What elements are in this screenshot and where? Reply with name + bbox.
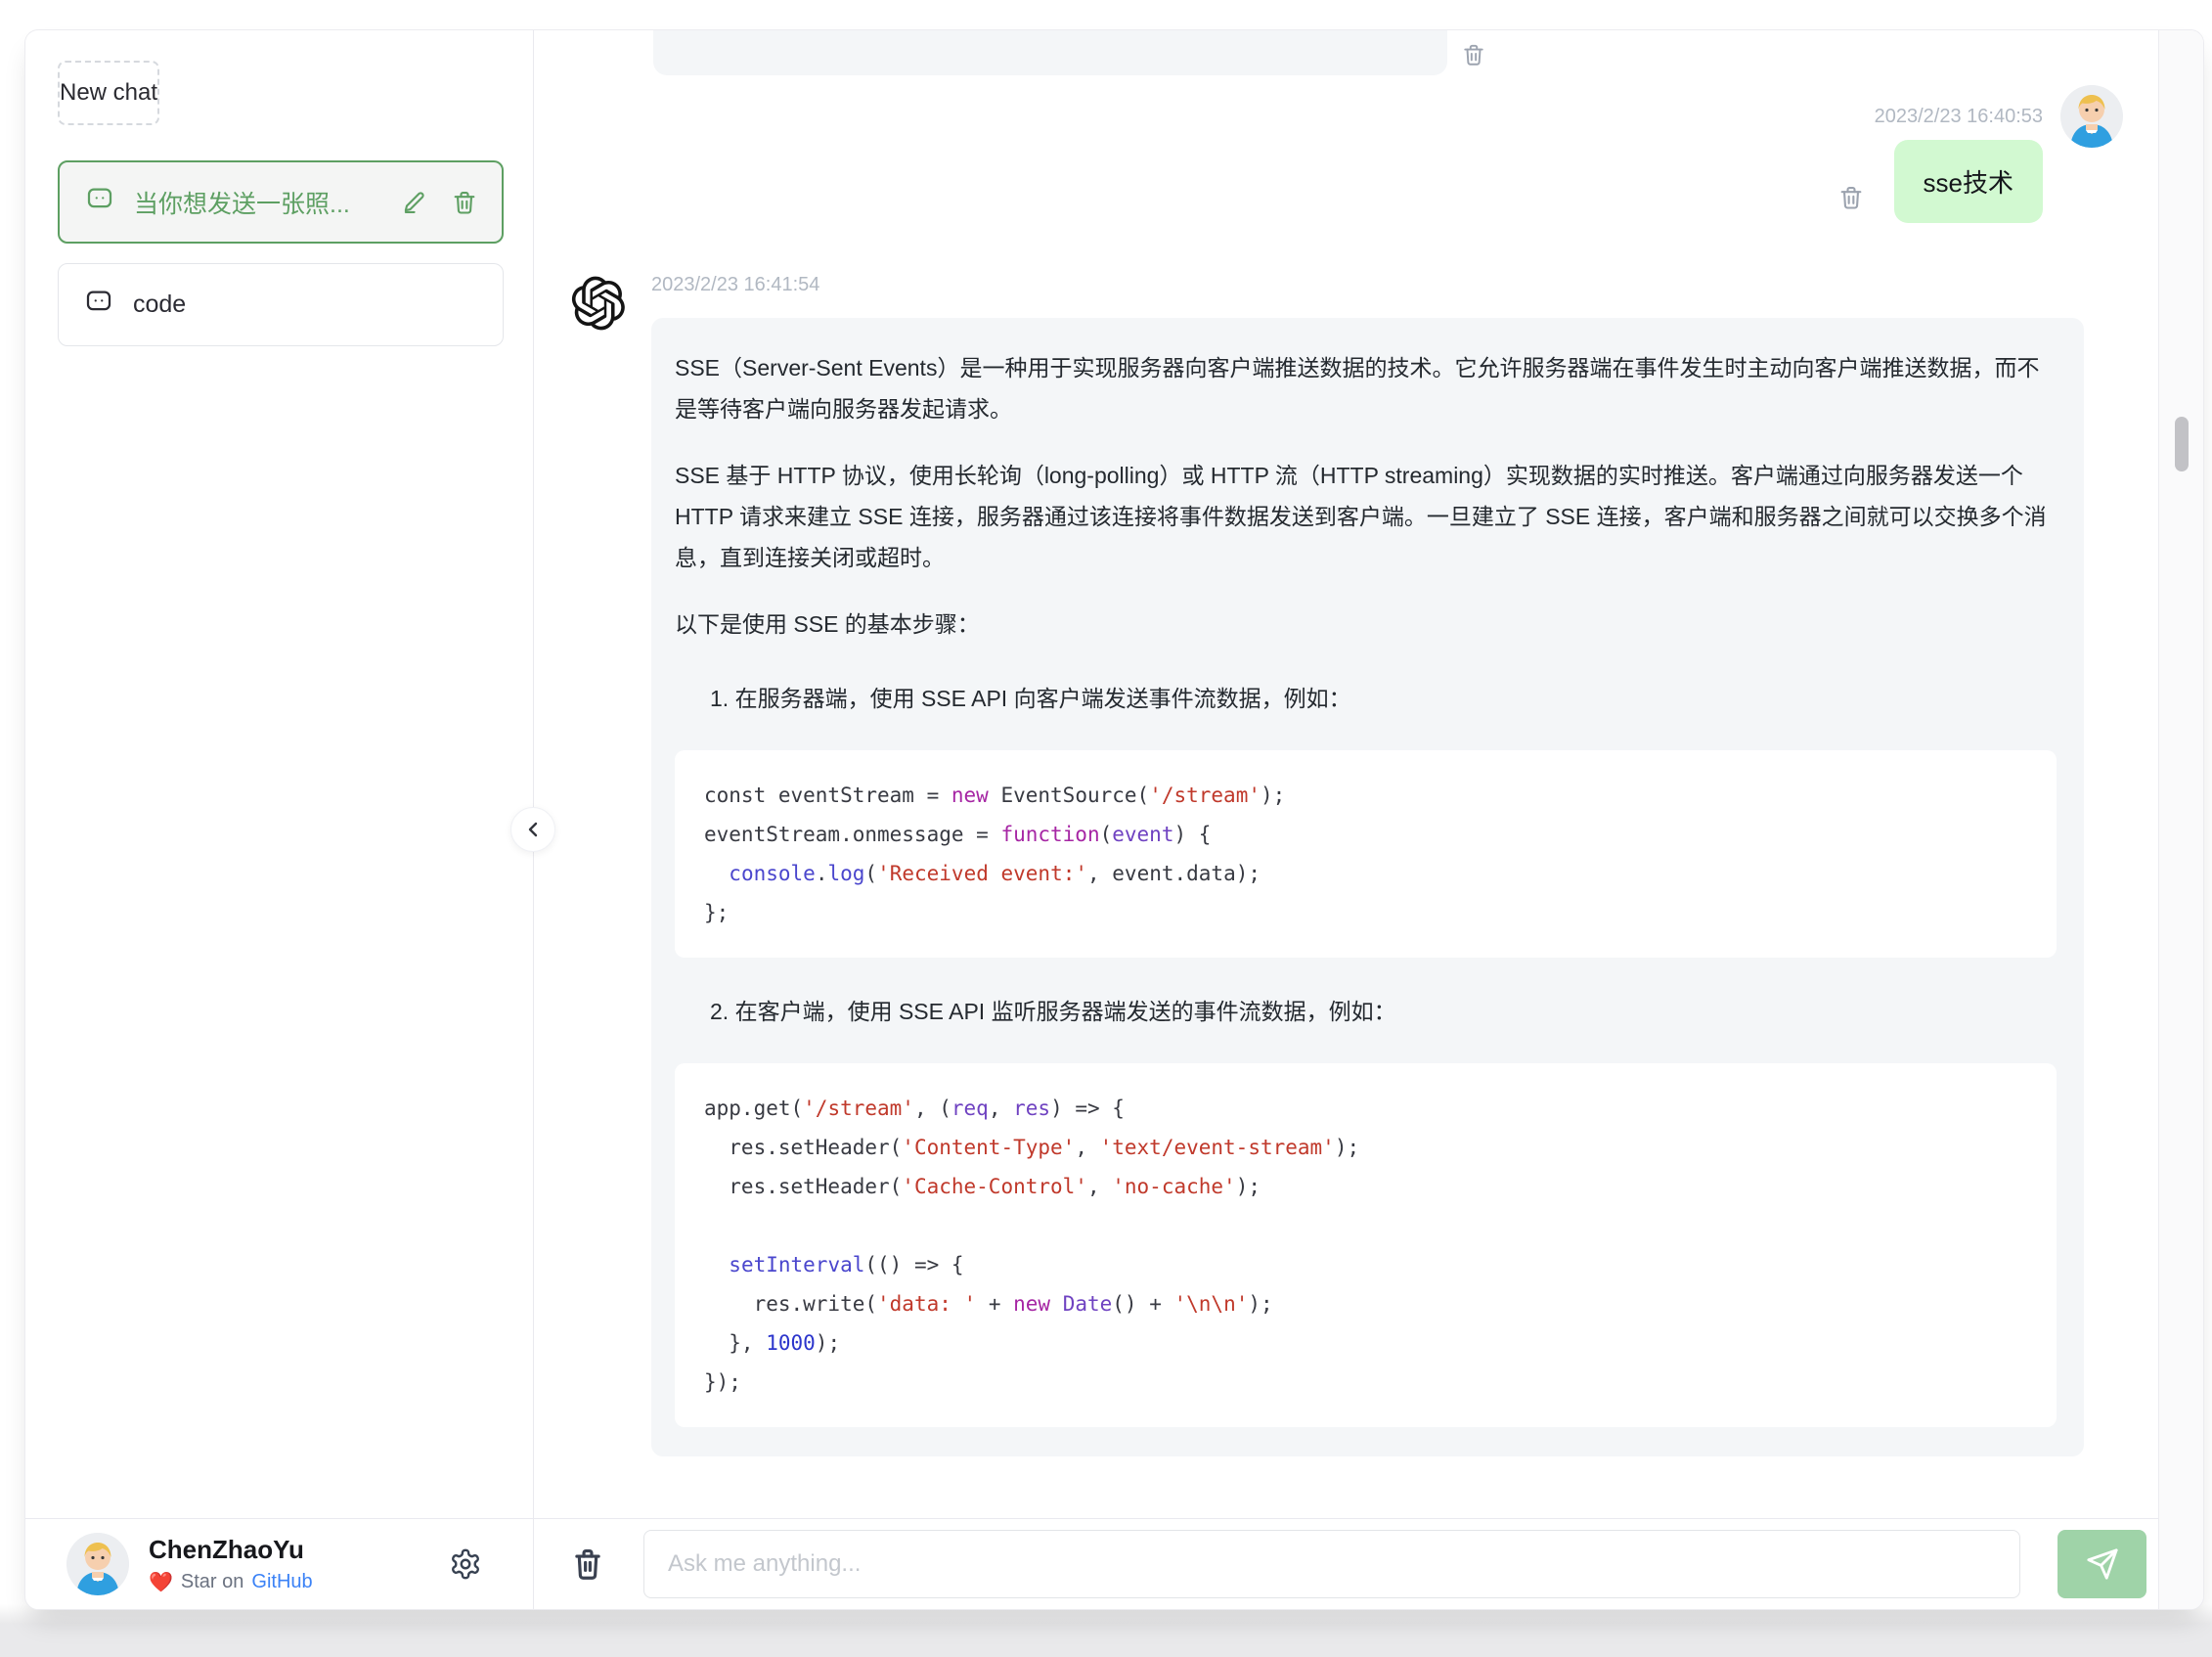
user-info: ChenZhaoYu ❤️ Star on GitHub [149,1534,429,1594]
new-chat-button[interactable]: New chat [58,61,159,125]
openai-logo-icon [571,276,626,331]
code-block-client: app.get('/stream', (req, res) => { res.s… [675,1063,2057,1427]
chat-title: code [133,291,481,319]
gear-icon [449,1547,482,1581]
star-text: Star on [181,1571,243,1593]
delete-chat-button[interactable] [449,187,480,218]
paragraph: SSE 基于 HTTP 协议，使用长轮询（long-polling）或 HTTP… [675,455,2057,578]
user-avatar [66,1533,129,1595]
scrollbar-thumb[interactable] [2175,417,2189,471]
chat-bubble-icon [84,287,113,323]
message-timestamp: 2023/2/23 16:40:53 [1875,106,2043,128]
paragraph: SSE（Server-Sent Events）是一种用于实现服务器向客户端推送数… [675,347,2057,429]
send-icon [2086,1547,2119,1581]
heart-icon: ❤️ [149,1570,173,1594]
edit-chat-button[interactable] [398,187,429,218]
user-avatar [2060,85,2123,148]
pencil-icon [400,189,427,216]
chat-title: 当你想发送一张照... [134,185,378,220]
chat-bubble-icon [85,184,114,220]
sidebar-chat-list: New chat 当你想发送一张照... [25,30,533,1518]
paragraph: 以下是使用 SSE 的基本步骤： [675,604,2057,645]
delete-message-button[interactable] [1461,42,1486,67]
composer [534,1518,2158,1609]
delete-message-button[interactable] [1837,184,1865,211]
sidebar: New chat 当你想发送一张照... [25,30,534,1609]
message-scroll-area[interactable]: 2023/2/23 16:40:53 [534,30,2158,1518]
trash-icon [1461,42,1486,67]
app-window: New chat 当你想发送一张照... [24,29,2204,1610]
sidebar-item-active-chat[interactable]: 当你想发送一张照... [58,160,504,244]
sidebar-footer: ChenZhaoYu ❤️ Star on GitHub [25,1518,533,1609]
previous-message-bubble-partial [653,30,1447,75]
send-button[interactable] [2057,1530,2146,1598]
sidebar-item-code-chat[interactable]: code [58,263,504,346]
message-input[interactable] [643,1530,2020,1598]
collapse-sidebar-button[interactable] [510,807,555,852]
clear-conversation-button[interactable] [569,1545,606,1583]
assistant-message: 2023/2/23 16:41:54 SSE（Server-Sent Event… [571,274,2158,1456]
username: ChenZhaoYu [149,1534,429,1566]
chat-panel: 2023/2/23 16:40:53 [534,30,2158,1609]
code-block-server: const eventStream = new EventSource('/st… [675,750,2057,958]
github-link[interactable]: GitHub [251,1571,312,1593]
chevron-left-icon [521,818,545,841]
star-on-github: ❤️ Star on GitHub [149,1570,429,1594]
list-item: 2. 在客户端，使用 SSE API 监听服务器端发送的事件流数据，例如： [688,991,2057,1032]
list-item: 1. 在服务器端，使用 SSE API 向客户端发送事件流数据，例如： [688,678,2057,719]
user-message-bubble: sse技术 [1894,140,2043,223]
trash-icon [451,189,478,216]
scrollbar-track[interactable] [2158,30,2203,1609]
trash-icon [1837,184,1865,211]
trash-icon [569,1545,606,1583]
assistant-message-bubble: SSE（Server-Sent Events）是一种用于实现服务器向客户端推送数… [651,318,2084,1456]
settings-button[interactable] [449,1547,482,1581]
message-timestamp: 2023/2/23 16:41:54 [651,274,2084,296]
user-message: 2023/2/23 16:40:53 [571,85,2158,223]
